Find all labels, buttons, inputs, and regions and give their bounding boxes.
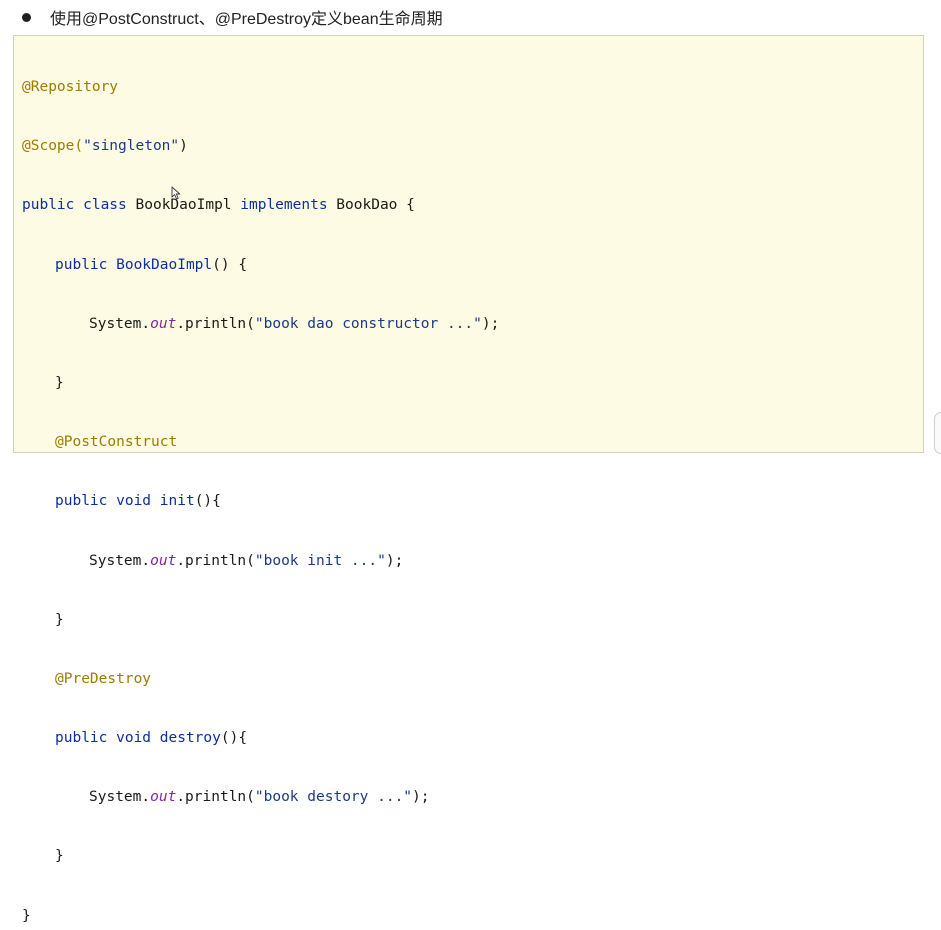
interface-name: BookDao { bbox=[336, 197, 415, 214]
code-line: public void destroy(){ bbox=[22, 725, 499, 752]
postconstruct-annotation: @PostConstruct bbox=[55, 434, 178, 451]
code-block: @Repository @Scope("singleton") public c… bbox=[13, 35, 924, 924]
scope-value: "singleton" bbox=[83, 138, 180, 155]
class-closing-brace: } bbox=[22, 907, 31, 924]
destroy-message: "book destory ..." bbox=[254, 789, 413, 806]
bullet-icon bbox=[22, 12, 31, 22]
code-line: } bbox=[22, 843, 499, 870]
println-call: .println( bbox=[176, 315, 255, 332]
code-line: } bbox=[22, 607, 499, 634]
code-line: @PreDestroy bbox=[22, 666, 499, 693]
implements-keyword: implements bbox=[240, 197, 337, 214]
constructor-name: BookDaoImpl bbox=[116, 256, 213, 273]
code-line: } bbox=[22, 370, 499, 397]
closing-brace: } bbox=[55, 848, 64, 865]
code-line: } bbox=[22, 903, 499, 930]
method-modifiers: public void bbox=[55, 730, 160, 747]
public-keyword: public bbox=[55, 256, 117, 273]
statement-end: ); bbox=[385, 552, 404, 569]
heading-text: 使用@PostConstruct、@PreDestroy定义bean生命周期 bbox=[50, 11, 443, 28]
side-panel-handle[interactable] bbox=[934, 412, 941, 454]
init-method-name: init bbox=[159, 493, 195, 510]
method-modifiers: public void bbox=[55, 493, 160, 510]
destroy-method-name: destroy bbox=[159, 730, 221, 747]
out-field: out bbox=[150, 789, 177, 806]
closing-brace: } bbox=[55, 611, 64, 628]
init-message: "book init ..." bbox=[254, 552, 386, 569]
constructor-message: "book dao constructor ..." bbox=[254, 315, 482, 332]
code-line: @Repository bbox=[22, 74, 499, 101]
system-ref: System. bbox=[89, 315, 151, 332]
scope-close: ) bbox=[179, 138, 188, 155]
system-ref: System. bbox=[89, 789, 151, 806]
method-params: (){ bbox=[220, 730, 248, 747]
code-line: public BookDaoImpl() { bbox=[22, 252, 499, 279]
method-params: (){ bbox=[194, 493, 221, 510]
println-call: .println( bbox=[176, 552, 255, 569]
class-name: BookDaoImpl bbox=[135, 197, 241, 214]
constructor-params: () { bbox=[212, 256, 248, 273]
scope-annotation: @Scope( bbox=[22, 138, 84, 155]
section-heading: 使用@PostConstruct、@PreDestroy定义bean生命周期 bbox=[22, 4, 443, 30]
code-content: @Repository @Scope("singleton") public c… bbox=[22, 42, 499, 930]
code-line: System.out.println("book dao constructor… bbox=[22, 311, 499, 338]
class-keyword: public class bbox=[22, 197, 136, 214]
repository-annotation: @Repository bbox=[22, 79, 119, 95]
system-ref: System. bbox=[89, 552, 151, 569]
out-field: out bbox=[150, 315, 177, 332]
out-field: out bbox=[150, 552, 177, 569]
closing-brace: } bbox=[55, 374, 64, 391]
code-line: System.out.println("book init ..."); bbox=[22, 548, 499, 575]
code-line: public class BookDaoImpl implements Book… bbox=[22, 192, 499, 219]
code-line: @Scope("singleton") bbox=[22, 133, 499, 160]
code-line: @PostConstruct bbox=[22, 429, 499, 456]
code-line: System.out.println("book destory ..."); bbox=[22, 784, 499, 811]
statement-end: ); bbox=[481, 315, 500, 332]
code-line: public void init(){ bbox=[22, 488, 499, 515]
mouse-pointer-icon bbox=[171, 186, 181, 200]
println-call: .println( bbox=[176, 789, 255, 806]
predestroy-annotation: @PreDestroy bbox=[55, 670, 152, 687]
statement-end: ); bbox=[412, 789, 430, 806]
